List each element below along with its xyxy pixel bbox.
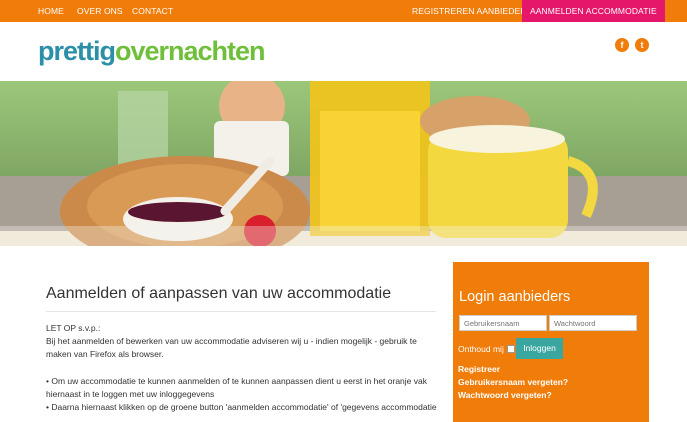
- top-navbar: HOME OVER ONS CONTACT REGISTREREN AANBIE…: [0, 0, 687, 22]
- register-link[interactable]: Registreer: [458, 364, 500, 374]
- facebook-icon[interactable]: f: [615, 38, 629, 52]
- logo-part-2: overnachten: [115, 36, 266, 66]
- remember-me-checkbox[interactable]: [507, 345, 515, 353]
- forgot-username-link[interactable]: Gebruikersnaam vergeten?: [458, 377, 568, 387]
- remember-me-label: Onthoud mij: [458, 344, 504, 354]
- forgot-password-link[interactable]: Wachtwoord vergeten?: [458, 390, 552, 400]
- notice-label: LET OP s.v.p.:: [46, 323, 101, 333]
- instruction-1a: • Om uw accommodatie te kunnen aanmelden…: [46, 376, 427, 386]
- login-button[interactable]: Inloggen: [516, 338, 563, 359]
- nav-contact[interactable]: CONTACT: [132, 0, 173, 22]
- site-logo[interactable]: prettigovernachten: [38, 36, 266, 67]
- page-title: Aanmelden of aanpassen van uw accommodat…: [46, 285, 392, 302]
- nav-aanmelden[interactable]: AANMELDEN ACCOMMODATIE: [522, 0, 665, 22]
- instruction-1b: hiernaast in te loggen met uw inloggegev…: [46, 389, 215, 399]
- username-input[interactable]: [459, 315, 547, 331]
- logo-part-1: prettig: [38, 36, 116, 66]
- nav-over-ons[interactable]: OVER ONS: [77, 0, 123, 22]
- notice-text-2: maken van Firefox als browser.: [46, 349, 164, 359]
- instruction-2: • Daarna hiernaast klikken op de groene …: [46, 402, 437, 412]
- hero-breakfast-image: [0, 81, 687, 246]
- divider: [46, 311, 436, 312]
- nav-home[interactable]: HOME: [38, 0, 64, 22]
- login-panel: Login aanbieders Onthoud mij Inloggen Re…: [453, 262, 649, 422]
- twitter-icon[interactable]: t: [635, 38, 649, 52]
- password-input[interactable]: [549, 315, 637, 331]
- login-title: Login aanbieders: [459, 289, 571, 305]
- notice-text-1: Bij het aanmelden of bewerken van uw acc…: [46, 336, 417, 346]
- nav-registreren[interactable]: REGISTREREN AANBIEDERS: [412, 0, 532, 22]
